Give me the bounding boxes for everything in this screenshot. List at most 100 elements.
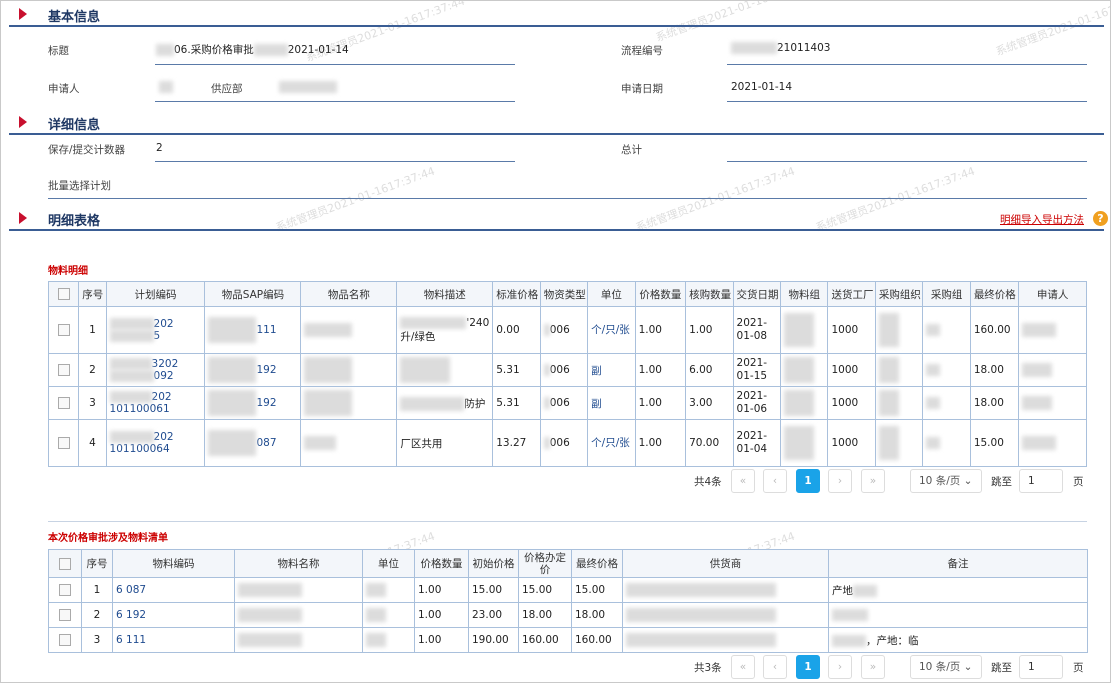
delivery-date: 2021-01-04 — [732, 419, 782, 467]
page-size-select[interactable]: 10 条/页 ⌄ — [910, 655, 982, 679]
column-header: 核购数量 — [685, 281, 734, 307]
plan-code: 202 101100061 — [105, 386, 206, 420]
purchase-quantity: 3.00 — [685, 386, 734, 420]
column-header: 物料组 — [779, 281, 829, 307]
row-checkbox[interactable] — [48, 602, 82, 628]
delivery-date: 2021-01-15 — [732, 353, 782, 387]
sap-code: 192 — [204, 386, 302, 420]
goto-page-input[interactable]: 1 — [1019, 655, 1063, 679]
applicant-label: 申请人 — [48, 83, 80, 95]
unit — [362, 577, 415, 603]
row-checkbox[interactable] — [47, 353, 80, 387]
title-field[interactable]: 06.采购价格审批 2021-01-14 — [156, 42, 349, 57]
item-name — [300, 353, 398, 387]
supplier — [622, 602, 829, 628]
price-quantity: 1.00 — [414, 627, 469, 653]
final-price: 160.00 — [969, 306, 1020, 354]
column-header: 物料编码 — [112, 549, 235, 578]
column-header: 采购组 — [922, 281, 971, 307]
select-all-checkbox[interactable] — [47, 281, 80, 307]
flow-number-field[interactable]: 21011403 — [731, 42, 830, 54]
item-desc: '240 升/绿色 — [396, 306, 494, 354]
material-type: 006 — [539, 386, 589, 420]
total-label: 总计 — [621, 144, 642, 156]
double-chevron-left-icon[interactable]: « — [731, 469, 755, 493]
price-pagination: 共3条 « ‹ 1 › » 10 条/页 ⌄ 跳至 1 页 — [691, 655, 1091, 679]
row-checkbox[interactable] — [47, 386, 80, 420]
row-checkbox[interactable] — [48, 577, 82, 603]
section-title: 详细信息 — [48, 118, 101, 133]
goto-page-input[interactable]: 1 — [1019, 469, 1063, 493]
row-checkbox[interactable] — [47, 306, 80, 354]
final-price: 18.00 — [969, 386, 1020, 420]
purchase-group — [922, 419, 971, 467]
set-price: 18.00 — [518, 602, 572, 628]
page-button-current[interactable]: 1 — [796, 655, 820, 679]
material-type: 006 — [539, 306, 589, 354]
remark: ，产地：临 — [828, 627, 1088, 653]
row-number: 3 — [78, 386, 107, 420]
requester — [1018, 419, 1087, 467]
unit — [362, 627, 415, 653]
row-number: 3 — [81, 627, 113, 653]
section-title: 基本信息 — [48, 10, 101, 25]
question-icon[interactable]: ? — [1093, 211, 1108, 226]
column-header: 采购组织 — [874, 281, 924, 307]
item-name — [300, 306, 398, 354]
unit: 个/只/张 — [587, 419, 636, 467]
table-row[interactable]: 3 6 111 1.00 190.00 160.00 160.00 ，产地：临 — [48, 627, 1088, 653]
double-chevron-right-icon[interactable]: » — [861, 655, 885, 679]
set-price: 160.00 — [518, 627, 572, 653]
material-name — [234, 577, 363, 603]
department-field[interactable] — [279, 81, 337, 93]
double-chevron-right-icon[interactable]: » — [861, 469, 885, 493]
double-chevron-left-icon[interactable]: « — [731, 655, 755, 679]
requester — [1018, 386, 1087, 420]
sap-code: 111 — [204, 306, 302, 354]
table-row[interactable]: 2 3202 092 192 5.31 006 副 1.00 6.00 2021-… — [47, 353, 1087, 387]
chevron-left-icon[interactable]: ‹ — [763, 655, 787, 679]
select-all-checkbox[interactable] — [48, 549, 82, 578]
page-button-current[interactable]: 1 — [796, 469, 820, 493]
material-group — [779, 419, 829, 467]
material-detail-title: 物料明细 — [48, 266, 88, 277]
row-checkbox[interactable] — [47, 419, 80, 467]
remark — [828, 602, 1088, 628]
price-quantity: 1.00 — [634, 419, 687, 467]
section-title: 明细表格 — [48, 214, 101, 229]
applicant-field[interactable] — [159, 81, 173, 93]
section-detail-table: 明细表格 — [9, 205, 1104, 231]
department-label: 供应部 — [211, 83, 243, 95]
table-row[interactable]: 3 202 101100061 192 防护 5.31 006 副 1.00 3.… — [47, 386, 1087, 420]
purchase-quantity: 1.00 — [685, 306, 734, 354]
purchase-quantity: 6.00 — [685, 353, 734, 387]
unit: 副 — [587, 386, 636, 420]
table-row[interactable]: 4 202 101100064 087 厂区共用 13.27 006 个/只/张 … — [47, 419, 1087, 467]
table-row[interactable]: 1 6 087 1.00 15.00 15.00 15.00 产地 — [48, 577, 1088, 603]
section-basic-info: 基本信息 — [9, 1, 1104, 27]
import-export-help-link[interactable]: 明细导入导出方法 — [1000, 212, 1084, 227]
column-header: 价格数量 — [414, 549, 469, 578]
item-desc — [396, 353, 494, 387]
save-counter-field[interactable]: 2 — [156, 142, 163, 154]
table-row[interactable]: 2 6 192 1.00 23.00 18.00 18.00 — [48, 602, 1088, 628]
chevron-right-icon[interactable]: › — [828, 469, 852, 493]
chevron-left-icon[interactable]: ‹ — [763, 469, 787, 493]
page-unit-label: 页 — [1073, 476, 1084, 488]
material-code: 6 087 — [112, 577, 235, 603]
field-underline — [727, 101, 1087, 102]
field-underline — [727, 64, 1087, 65]
chevron-right-icon[interactable]: › — [828, 655, 852, 679]
item-name — [300, 419, 398, 467]
item-name — [300, 386, 398, 420]
row-checkbox[interactable] — [48, 627, 82, 653]
purchase-group — [922, 353, 971, 387]
initial-price: 15.00 — [468, 577, 519, 603]
table-row[interactable]: 1 202 5 111 '240 升/绿色 0.00 006 个/只/张 1.00 … — [47, 306, 1087, 354]
page-size-select[interactable]: 10 条/页 ⌄ — [910, 469, 982, 493]
delivery-plant: 1000 — [827, 419, 876, 467]
material-detail-table: 序号 计划编码 物品SAP编码 物品名称 物料描述 标准价格 物资类型 单位 价… — [47, 281, 1087, 467]
total-count: 共4条 — [694, 476, 722, 488]
price-quantity: 1.00 — [634, 306, 687, 354]
apply-date-field[interactable]: 2021-01-14 — [731, 81, 792, 93]
